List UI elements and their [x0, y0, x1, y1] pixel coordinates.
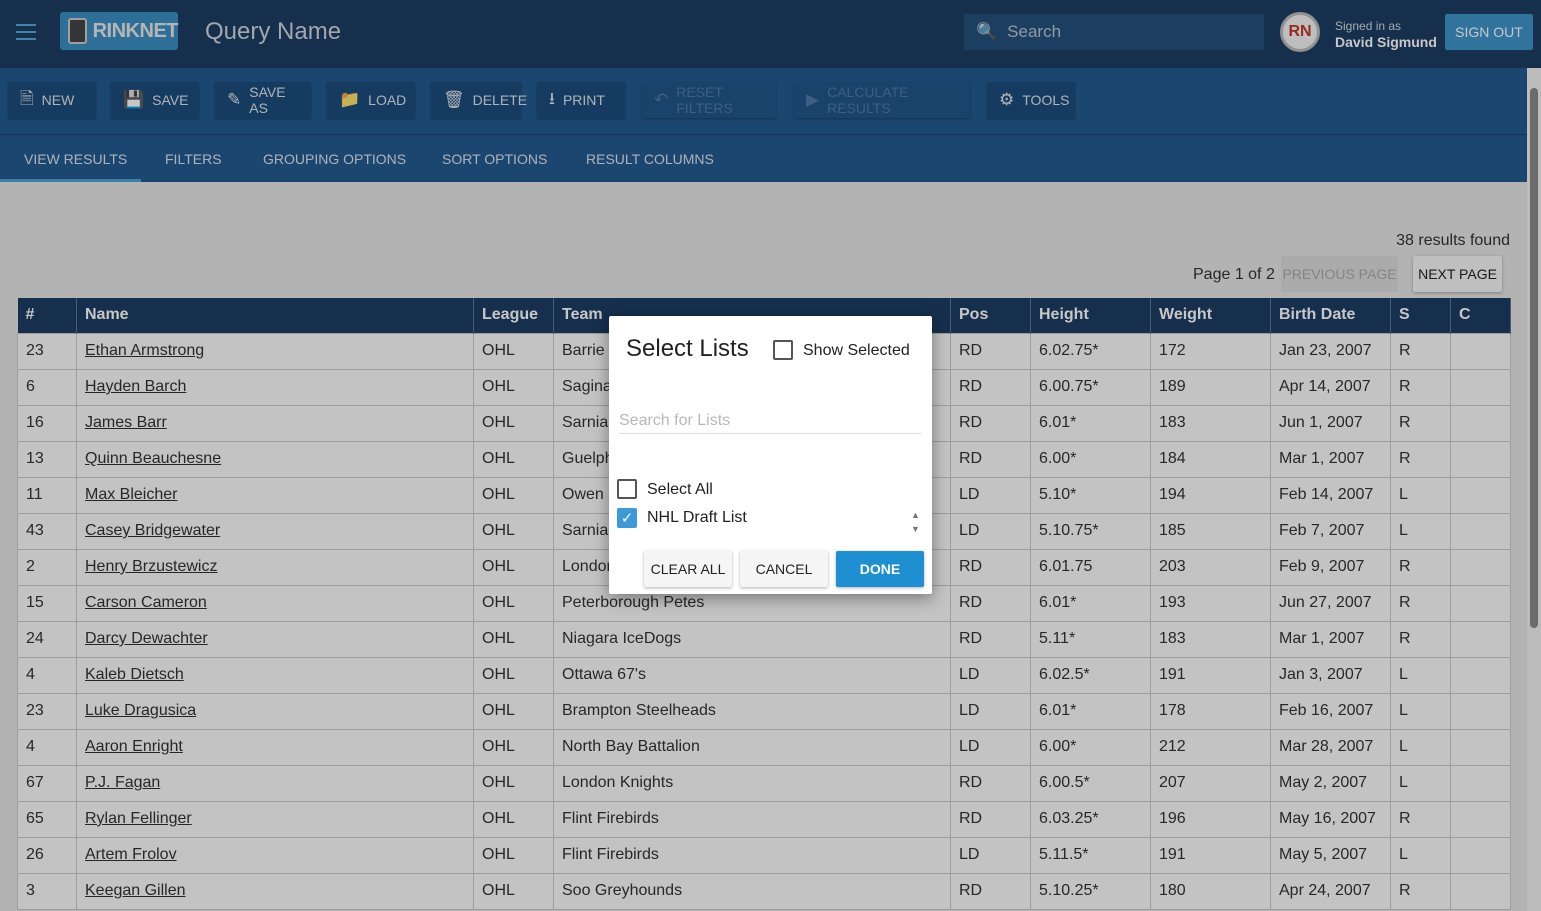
dialog-title: Select Lists	[626, 335, 749, 362]
search-lists-input[interactable]	[619, 408, 921, 434]
show-selected-checkbox[interactable]	[773, 340, 793, 360]
clear-all-button[interactable]: CLEAR ALL	[644, 551, 732, 587]
select-all-checkbox[interactable]	[617, 479, 637, 499]
scroll-down-icon[interactable]: ▼	[911, 522, 920, 536]
nhl-draft-list-label[interactable]: NHL Draft List	[647, 509, 747, 527]
select-all-label[interactable]: Select All	[647, 481, 713, 499]
nhl-draft-list-checkbox[interactable]: ✓	[617, 508, 637, 528]
select-lists-dialog: Select Lists Show Selected Select All ✓ …	[609, 316, 932, 594]
done-button[interactable]: DONE	[836, 551, 924, 587]
list-scroll-arrows[interactable]: ▲ ▼	[911, 508, 920, 536]
check-icon: ✓	[620, 510, 634, 527]
cancel-button[interactable]: CANCEL	[740, 551, 828, 587]
scroll-up-icon[interactable]: ▲	[911, 508, 920, 522]
show-selected-label[interactable]: Show Selected	[803, 342, 910, 360]
